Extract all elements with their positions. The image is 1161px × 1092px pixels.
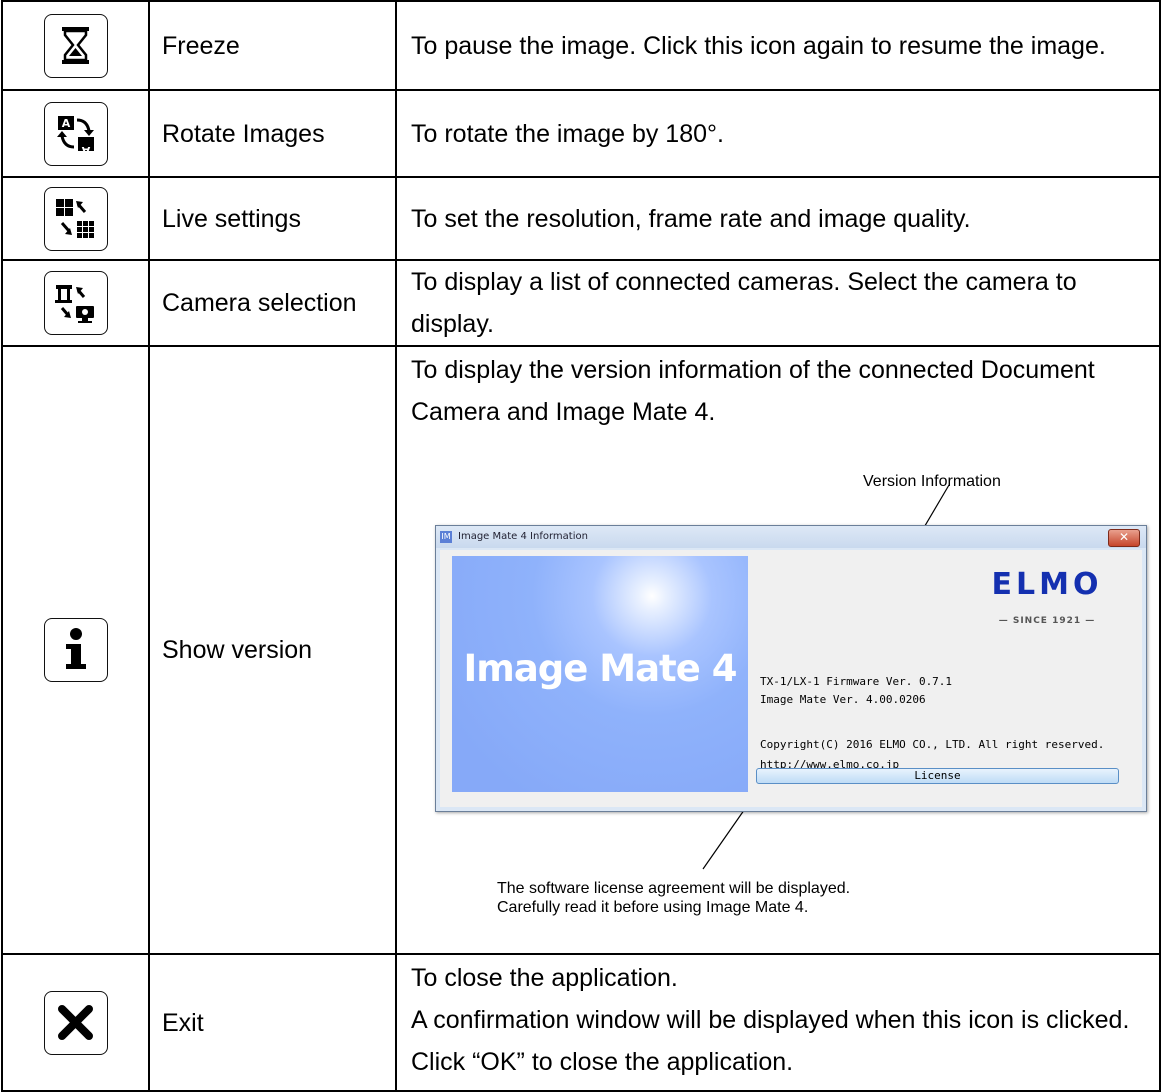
rotate-images-icon[interactable]: A A (43, 101, 108, 166)
callout-version-information: Version Information (863, 473, 1001, 490)
table-row-show-version: Show version To display the version info… (1, 345, 1161, 955)
hourglass-icon[interactable] (43, 13, 108, 78)
function-description: To display the version information of th… (411, 356, 1095, 426)
close-x-icon[interactable] (43, 990, 108, 1055)
table-row-live-settings: Live settings To set the resolution, fra… (1, 176, 1161, 261)
license-button[interactable]: License (756, 768, 1119, 784)
close-button[interactable]: ✕ (1108, 529, 1140, 547)
elmo-logo: ELMO — SINCE 1921 — (972, 570, 1122, 642)
callout-license-line: Carefully read it before using Image Mat… (497, 899, 809, 916)
camera-selection-icon[interactable] (43, 271, 108, 335)
table-row-exit: Exit To close the application. A confirm… (1, 953, 1161, 1092)
logo-since: — SINCE 1921 — (998, 616, 1096, 626)
table-row-freeze: Freeze To pause the image. Click this ic… (1, 0, 1161, 91)
function-name: Rotate Images (148, 89, 397, 178)
function-name: Exit (148, 953, 397, 1092)
app-version: Image Mate Ver. 4.00.0206 (760, 693, 926, 706)
logo-text: ELMO (991, 567, 1103, 602)
info-window-title: Image Mate 4 Information (458, 531, 588, 542)
callout-license: The software license agreement will be d… (497, 879, 850, 917)
svg-text:A: A (81, 144, 90, 157)
splash-title: Image Mate 4 (463, 647, 738, 690)
function-name: Camera selection (148, 259, 397, 347)
table-row-rotate: A A Rotate Images To rotate the image by… (1, 89, 1161, 178)
info-window: IM Image Mate 4 Information ✕ Image Mate… (435, 525, 1147, 812)
function-description: To pause the image. Click this icon agai… (395, 0, 1161, 91)
version-figure: To display the version information of th… (411, 347, 1155, 951)
function-description: To set the resolution, frame rate and im… (395, 176, 1161, 261)
function-name: Show version (148, 345, 397, 955)
splash-image: Image Mate 4 (452, 556, 748, 792)
function-name: Live settings (148, 176, 397, 261)
app-icon: IM (440, 531, 452, 543)
info-icon[interactable] (43, 618, 108, 682)
info-window-titlebar: IM Image Mate 4 Information ✕ (436, 526, 1146, 548)
table-row-camera-selection: Camera selection To display a list of co… (1, 259, 1161, 347)
function-description: To display a list of connected cameras. … (395, 259, 1161, 347)
function-description: To rotate the image by 180°. (395, 89, 1161, 178)
callout-license-line: The software license agreement will be d… (497, 880, 851, 897)
function-description-line: To close the application. (411, 964, 678, 992)
live-settings-icon[interactable] (43, 186, 108, 251)
icon-function-table: Freeze To pause the image. Click this ic… (1, 0, 1161, 1092)
function-name: Freeze (148, 0, 397, 91)
info-window-body: Image Mate 4 ELMO — SINCE 1921 — TX-1/LX… (440, 550, 1142, 807)
svg-text:A: A (61, 117, 70, 130)
function-description-line: A confirmation window will be displayed … (411, 1006, 1130, 1076)
